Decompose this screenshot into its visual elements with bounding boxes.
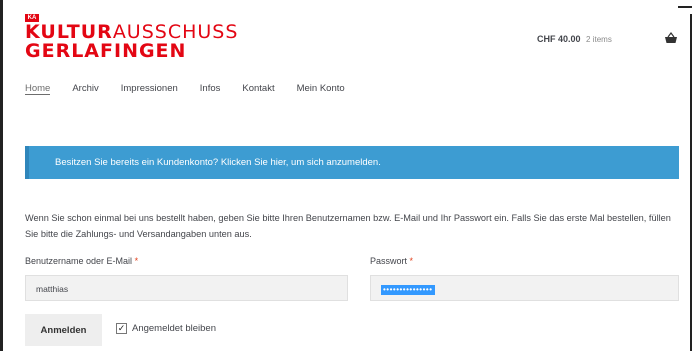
login-notice-text[interactable]: Besitzen Sie bereits ein Kundenkonto? Kl… <box>55 157 381 168</box>
username-label-text: Benutzername oder E-Mail <box>25 256 133 266</box>
cart-amount: CHF 40.00 <box>537 34 581 44</box>
nav-item-kontakt[interactable]: Kontakt <box>242 83 274 95</box>
logo-line-2: GERLAFINGEN <box>25 42 238 61</box>
cart-count: 2 items <box>586 35 612 44</box>
required-mark: * <box>409 256 414 266</box>
login-intro-text: Wenn Sie schon einmal bei uns bestellt h… <box>25 213 671 239</box>
nav-item-mein-konto[interactable]: Mein Konto <box>297 83 345 95</box>
nav-item-archiv[interactable]: Archiv <box>72 83 98 95</box>
basket-icon[interactable] <box>664 31 678 45</box>
username-input[interactable]: matthias <box>25 275 348 301</box>
remember-checkbox[interactable]: ✓ <box>116 323 127 334</box>
logo-word-gerlafingen: GERLAFINGEN <box>25 40 187 62</box>
nav-item-home[interactable]: Home <box>25 83 51 95</box>
required-mark: * <box>134 256 139 266</box>
login-notice[interactable]: Besitzen Sie bereits ein Kundenkonto? Kl… <box>25 146 679 179</box>
login-button[interactable]: Anmelden <box>25 314 102 346</box>
remember-label[interactable]: Angemeldet bleiben <box>132 323 216 334</box>
main-nav: Home Archiv Impressionen Infos Kontakt M… <box>25 83 367 95</box>
cart-summary[interactable]: CHF 40.00 2 items <box>537 34 612 44</box>
remember-me[interactable]: ✓ Angemeldet bleiben <box>116 323 216 334</box>
site-logo[interactable]: KA KULTURAUSSCHUSS GERLAFINGEN <box>25 14 238 61</box>
nav-item-infos[interactable]: Infos <box>200 83 221 95</box>
password-value: ••••••••••••••• <box>381 285 435 295</box>
password-label-text: Passwort <box>370 256 408 266</box>
page: KA KULTURAUSSCHUSS GERLAFINGEN CHF 40.00… <box>3 0 690 351</box>
password-input[interactable]: ••••••••••••••• <box>370 275 679 301</box>
nav-item-impressionen[interactable]: Impressionen <box>121 83 178 95</box>
password-label: Passwort * <box>370 256 413 266</box>
username-value: matthias <box>36 284 69 294</box>
username-label: Benutzername oder E-Mail * <box>25 256 138 266</box>
